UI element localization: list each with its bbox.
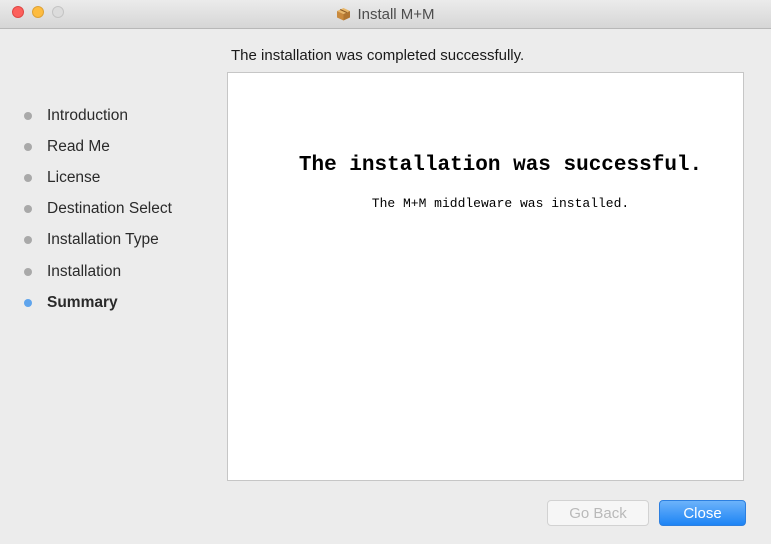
step-item: Installation Type [24, 225, 172, 256]
step-item: Read Me [24, 131, 172, 162]
content-pane: The installation was successful. The M+M… [227, 72, 744, 481]
step-dot-icon [24, 236, 32, 245]
current-step-dot-icon [24, 298, 32, 307]
step-label: Installation Type [47, 231, 159, 249]
step-item: Destination Select [24, 194, 172, 225]
step-item: Introduction [24, 100, 172, 131]
package-icon [337, 8, 351, 21]
window-title: Install M+M [357, 5, 435, 23]
step-dot-icon [24, 267, 32, 276]
step-dot-icon [24, 205, 32, 214]
step-label: Destination Select [47, 200, 172, 218]
step-dot-icon [24, 173, 32, 182]
step-label: License [47, 168, 101, 186]
step-label: Installation [47, 262, 122, 280]
go-back-button: Go Back [547, 500, 649, 526]
step-label: Summary [47, 293, 118, 311]
step-dot-icon [24, 142, 32, 151]
installer-window: Install M+M The installation was complet… [0, 0, 771, 544]
result-heading: The installation was successful. [298, 154, 703, 177]
step-dot-icon [24, 111, 32, 120]
close-button[interactable]: Close [659, 500, 746, 526]
step-label: Introduction [47, 106, 128, 124]
step-item: Summary [24, 287, 172, 318]
step-label: Read Me [47, 137, 110, 155]
title-wrap: Install M+M [0, 0, 771, 28]
step-item: Installation [24, 256, 172, 287]
result-text: The M+M middleware was installed. [371, 196, 630, 211]
title-bar[interactable]: Install M+M [0, 0, 771, 29]
step-item: License [24, 162, 172, 193]
status-message: The installation was completed successfu… [231, 47, 525, 64]
installer-steps-list: Introduction Read Me License Destination Se… [24, 100, 172, 318]
